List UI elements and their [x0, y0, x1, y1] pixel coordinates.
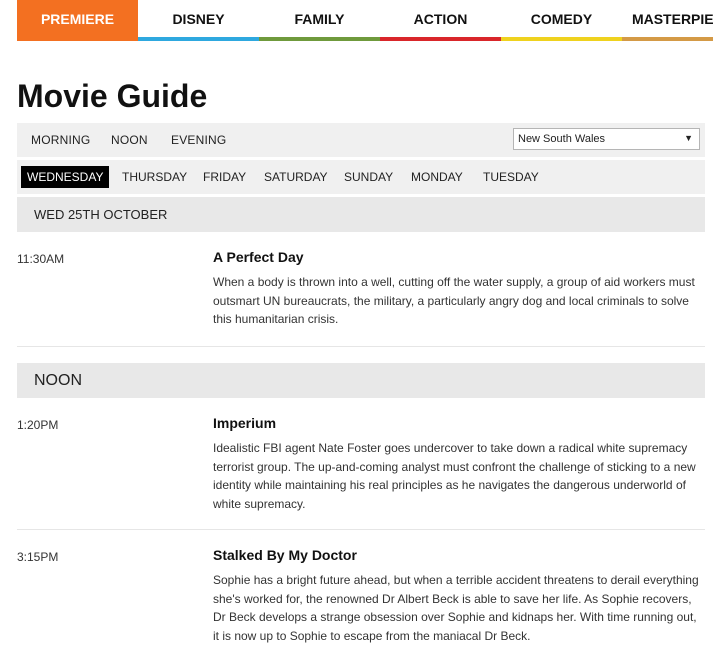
region-select[interactable]: New South Wales ▼ [513, 128, 700, 150]
day-monday[interactable]: MONDAY [405, 166, 469, 188]
day-tuesday[interactable]: TUESDAY [477, 166, 545, 188]
day-sunday[interactable]: SUNDAY [338, 166, 399, 188]
movie-title[interactable]: A Perfect Day [213, 249, 304, 265]
region-select-value: New South Wales [518, 133, 606, 145]
tab-family[interactable]: FAMILY [259, 0, 380, 41]
movie-description: When a body is thrown into a well, cutti… [213, 275, 695, 326]
filter-noon[interactable]: NOON [111, 133, 148, 147]
day-thursday[interactable]: THURSDAY [116, 166, 193, 188]
day-friday[interactable]: FRIDAY [197, 166, 252, 188]
time-filter-bar: MORNING NOON EVENING New South Wales ▼ [17, 123, 705, 157]
section-header-noon: NOON [17, 363, 705, 398]
movie-description: Sophie has a bright future ahead, but wh… [213, 573, 699, 643]
day-wednesday[interactable]: WEDNESDAY [21, 166, 109, 188]
filter-evening[interactable]: EVENING [171, 133, 226, 147]
date-header: WED 25TH OCTOBER [17, 197, 705, 232]
tab-disney[interactable]: DISNEY [138, 0, 259, 41]
movie-listing: 11:30AM A Perfect Day When a body is thr… [17, 232, 705, 347]
movie-time: 3:15PM [17, 550, 59, 564]
movie-listing: 3:15PM Stalked By My Doctor Sophie has a… [17, 530, 705, 653]
tab-action[interactable]: ACTION [380, 0, 501, 41]
movie-description: Idealistic FBI agent Nate Foster goes un… [213, 441, 696, 511]
movie-time: 1:20PM [17, 418, 59, 432]
day-saturday[interactable]: SATURDAY [258, 166, 334, 188]
triangle-down-icon: ▼ [684, 133, 693, 143]
tab-premiere[interactable]: PREMIERE [17, 0, 138, 41]
tab-masterpiece[interactable]: MASTERPIECE [622, 0, 713, 41]
tab-comedy[interactable]: COMEDY [501, 0, 622, 41]
day-selector: WEDNESDAY THURSDAY FRIDAY SATURDAY SUNDA… [17, 160, 705, 194]
filter-morning[interactable]: MORNING [31, 133, 90, 147]
movie-time: 11:30AM [17, 252, 65, 266]
movie-listing: 1:20PM Imperium Idealistic FBI agent Nat… [17, 398, 705, 530]
page-title: Movie Guide [17, 78, 208, 114]
movie-title[interactable]: Imperium [213, 415, 276, 431]
genre-tabs: PREMIERE DISNEY FAMILY ACTION COMEDY MAS… [17, 0, 713, 41]
movie-title[interactable]: Stalked By My Doctor [213, 547, 357, 563]
